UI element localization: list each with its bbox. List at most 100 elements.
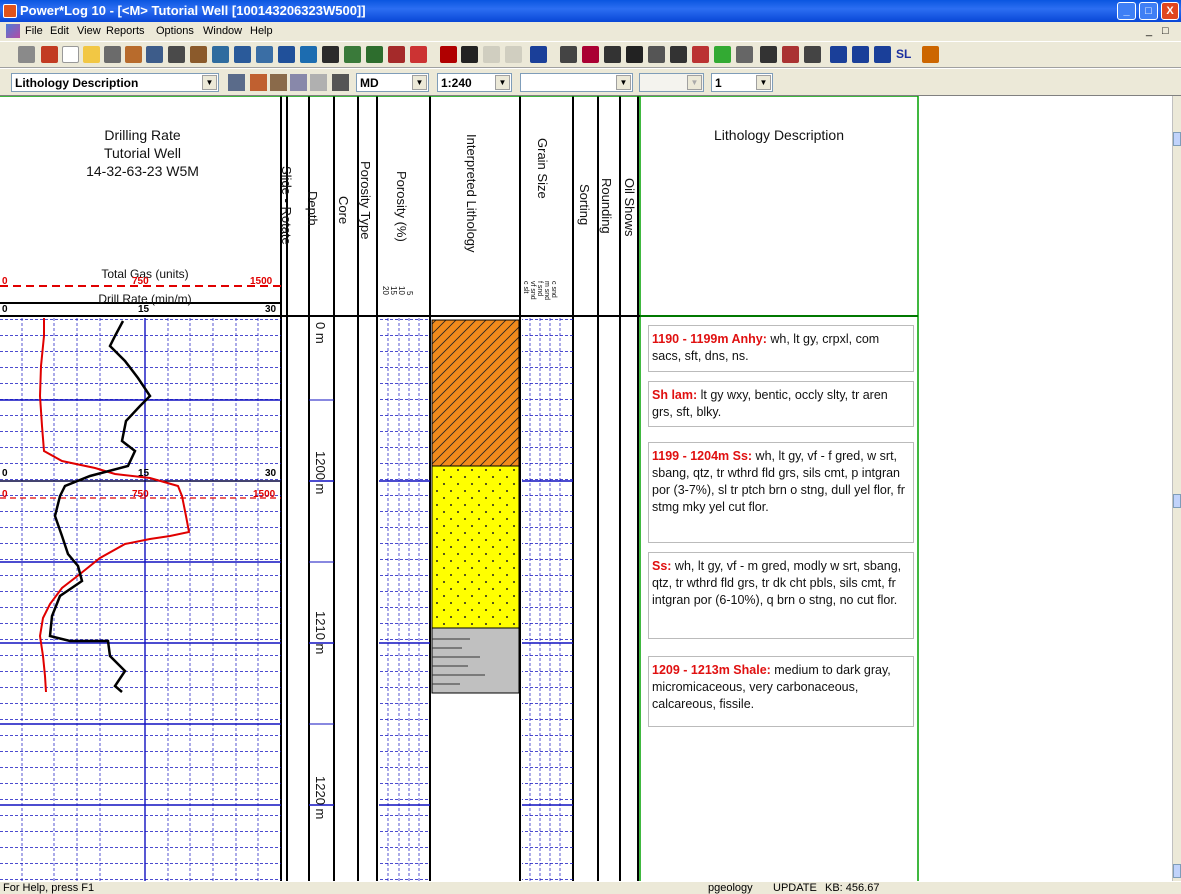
- disabled-select[interactable]: ▼: [639, 73, 704, 92]
- tool-icon[interactable]: [41, 46, 58, 63]
- tool-icon[interactable]: [278, 46, 295, 63]
- tool-icon[interactable]: [168, 46, 185, 63]
- tool-icon[interactable]: [250, 74, 267, 91]
- tool-icon[interactable]: [256, 46, 273, 63]
- menu-options[interactable]: Options: [156, 25, 194, 37]
- anhydrite-interval[interactable]: [431, 319, 520, 467]
- minimize-button[interactable]: _: [1117, 2, 1136, 20]
- chevron-down-icon[interactable]: ▼: [756, 75, 771, 90]
- description-box[interactable]: Sh lam: lt gy wxy, bentic, occly slty, t…: [648, 381, 914, 427]
- menu-help[interactable]: Help: [250, 25, 273, 37]
- chevron-down-icon[interactable]: ▼: [616, 75, 631, 90]
- tool-icon[interactable]: [648, 46, 665, 63]
- inline-gas-max: 1500: [253, 489, 276, 500]
- description-heading: 1209 - 1213m Shale:: [652, 663, 771, 677]
- tool-icon[interactable]: [228, 74, 245, 91]
- tool-icon[interactable]: [530, 46, 547, 63]
- sl-button[interactable]: SL: [896, 46, 920, 63]
- tool-icon[interactable]: [626, 46, 643, 63]
- tool-icon[interactable]: [270, 74, 287, 91]
- document-icon[interactable]: [6, 24, 20, 38]
- tool-icon[interactable]: [388, 46, 405, 63]
- chevron-down-icon[interactable]: ▼: [202, 75, 217, 90]
- page-select[interactable]: 1 ▼: [711, 73, 773, 92]
- maximize-button[interactable]: □: [1139, 2, 1158, 20]
- tool-icon[interactable]: [366, 46, 383, 63]
- scroll-up-icon[interactable]: [1173, 132, 1181, 146]
- drill-title-1: Drilling Rate: [104, 127, 181, 143]
- tool-icon[interactable]: [922, 46, 939, 63]
- description-box[interactable]: Ss: wh, lt gy, vf - m gred, modly w srt,…: [648, 552, 914, 639]
- grain-scale-vfsnd: vf snd: [529, 281, 536, 300]
- tool-icon[interactable]: [582, 46, 599, 63]
- tool-icon[interactable]: [410, 46, 427, 63]
- scroll-down-icon[interactable]: [1173, 864, 1181, 878]
- chevron-down-icon[interactable]: ▼: [412, 75, 427, 90]
- depth-type-select[interactable]: MD ▼: [356, 73, 429, 92]
- description-box[interactable]: 1209 - 1213m Shale: medium to dark gray,…: [648, 656, 914, 727]
- shale-interval[interactable]: [431, 627, 520, 694]
- tool-icon[interactable]: [146, 46, 163, 63]
- tool-icon[interactable]: [760, 46, 777, 63]
- mdi-minimize-button[interactable]: _: [1146, 25, 1152, 37]
- view-select[interactable]: Lithology Description ▼: [11, 73, 219, 92]
- depth-label-1210: 1210 m: [313, 611, 328, 655]
- tool-icon[interactable]: [604, 46, 621, 63]
- drill-title-3: 14-32-63-23 W5M: [86, 163, 199, 179]
- tool-icon[interactable]: [212, 46, 229, 63]
- menu-edit[interactable]: Edit: [50, 25, 69, 37]
- mdi-restore-button[interactable]: □: [1162, 25, 1169, 37]
- status-kb: KB: 456.67: [825, 882, 880, 894]
- vertical-scrollbar[interactable]: [1172, 96, 1181, 881]
- new-file-icon[interactable]: [62, 46, 79, 63]
- scroll-thumb[interactable]: [1173, 494, 1181, 508]
- sandstone-interval[interactable]: [431, 465, 520, 629]
- print-icon[interactable]: [104, 46, 121, 63]
- tool-icon[interactable]: [874, 46, 891, 63]
- redo-icon[interactable]: [505, 46, 522, 63]
- tool-icon[interactable]: [344, 46, 361, 63]
- log-view[interactable]: Drilling Rate Tutorial Well 14-32-63-23 …: [0, 96, 1172, 881]
- blank-select[interactable]: ▼: [520, 73, 633, 92]
- tool-icon[interactable]: [234, 46, 251, 63]
- scale-select[interactable]: 1:240 ▼: [437, 73, 512, 92]
- tool-icon[interactable]: [714, 46, 731, 63]
- menu-view[interactable]: View: [77, 25, 101, 37]
- status-user: pgeology: [708, 882, 753, 894]
- interpreted-lithology-header: Interpreted Lithology: [464, 134, 479, 253]
- description-box[interactable]: 1199 - 1204m Ss: wh, lt gy, vf - f gred,…: [648, 442, 914, 543]
- tool-icon[interactable]: [804, 46, 821, 63]
- tool-icon[interactable]: [322, 46, 339, 63]
- help-icon[interactable]: [440, 46, 457, 63]
- gas-scale-max: 1500: [250, 276, 273, 287]
- tool-icon[interactable]: [782, 46, 799, 63]
- chevron-down-icon[interactable]: ▼: [687, 75, 702, 90]
- close-button[interactable]: X: [1161, 2, 1179, 20]
- tool-icon[interactable]: [830, 46, 847, 63]
- tool-icon[interactable]: [190, 46, 207, 63]
- menu-file[interactable]: File: [25, 25, 43, 37]
- tool-icon[interactable]: [332, 74, 349, 91]
- status-help: For Help, press F1: [3, 882, 95, 894]
- menu-reports[interactable]: Reports: [106, 25, 145, 37]
- tool-icon[interactable]: [300, 46, 317, 63]
- description-box[interactable]: 1190 - 1199m Anhy: wh, lt gy, crpxl, com…: [648, 325, 914, 372]
- undo-icon[interactable]: [483, 46, 500, 63]
- context-help-icon[interactable]: [461, 46, 478, 63]
- tool-icon[interactable]: [18, 46, 35, 63]
- tool-icon[interactable]: [852, 46, 869, 63]
- rounding-header: Rounding: [599, 178, 614, 234]
- menu-window[interactable]: Window: [203, 25, 242, 37]
- tool-icon[interactable]: [692, 46, 709, 63]
- tool-icon[interactable]: [290, 74, 307, 91]
- app-icon[interactable]: [3, 4, 17, 18]
- tool-icon[interactable]: [736, 46, 753, 63]
- tool-icon[interactable]: [125, 46, 142, 63]
- tool-icon[interactable]: [670, 46, 687, 63]
- grain-scale-fsnd: f snd: [536, 281, 543, 297]
- open-folder-icon[interactable]: [83, 46, 100, 63]
- chevron-down-icon[interactable]: ▼: [495, 75, 510, 90]
- description-text: wh, lt gy, vf - m gred, modly w srt, sba…: [652, 559, 902, 607]
- tool-icon[interactable]: [560, 46, 577, 63]
- tool-icon[interactable]: [310, 74, 327, 91]
